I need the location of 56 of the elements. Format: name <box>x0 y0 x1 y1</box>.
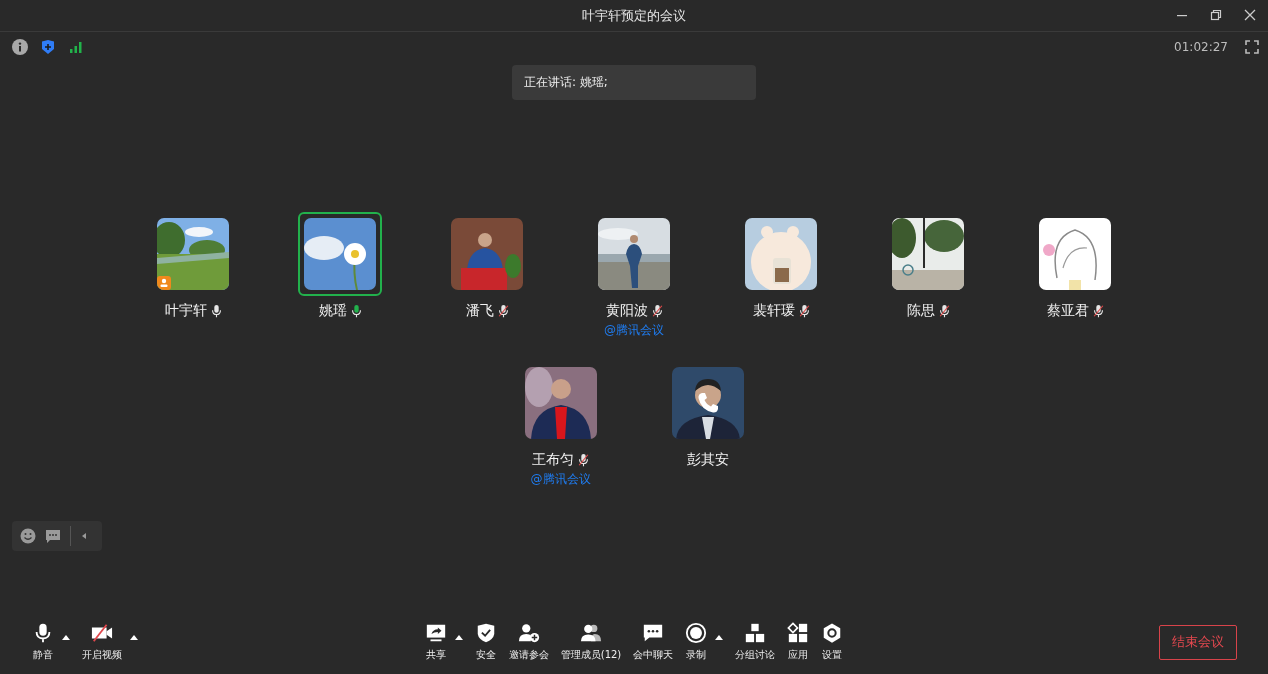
participant-name: 蔡亚君 <box>1046 302 1089 320</box>
restore-icon[interactable] <box>1210 9 1222 21</box>
participant-name: 陈思 <box>906 302 935 320</box>
fullscreen-icon[interactable] <box>1244 39 1260 55</box>
muted-mic-icon <box>578 453 589 467</box>
toolbar-button[interactable]: 设置 <box>815 622 850 662</box>
phone-icon <box>695 391 720 415</box>
shield-icon[interactable] <box>40 39 56 55</box>
toolbar-button[interactable]: 静音 <box>26 622 60 662</box>
apps-icon <box>787 622 810 644</box>
participant-tag: @腾讯会议 <box>604 322 664 339</box>
caret-icon[interactable] <box>715 634 724 640</box>
toolbar-button[interactable]: 会中聊天 <box>627 622 680 662</box>
end-meeting-button[interactable]: 结束会议 <box>1159 624 1237 660</box>
info-icon[interactable] <box>12 39 28 55</box>
toolbar-button[interactable]: 分组讨论 <box>729 622 782 662</box>
muted-mic-icon <box>798 304 810 318</box>
meeting-timer: 01:02:27 <box>1174 40 1228 54</box>
camera-off-icon <box>91 622 113 644</box>
muted-mic-icon <box>1092 304 1104 318</box>
toolbar-button[interactable]: 邀请参会 <box>502 622 555 662</box>
toolbar-button[interactable]: 共享 <box>418 622 453 662</box>
toolbar-button[interactable]: 应用 <box>781 622 816 662</box>
toolbar-button[interactable]: 录制 <box>679 622 714 662</box>
speaking-banner: 正在讲话: 姚瑶; <box>512 65 756 100</box>
participant-name: 彭其安 <box>686 451 729 469</box>
participant-name: 叶宇轩 <box>164 302 207 320</box>
blocks-icon <box>744 622 767 644</box>
chat-icon <box>642 622 665 644</box>
participant-name: 姚瑶 <box>318 302 347 320</box>
participant-name: 裴轩瑗 <box>752 302 795 320</box>
caret-icon[interactable] <box>454 634 463 640</box>
mic-icon <box>210 304 222 318</box>
participant-name: 王布匀 <box>532 451 574 469</box>
chat-icon[interactable] <box>45 528 61 544</box>
add-person-icon <box>517 622 540 644</box>
participant-name: 黄阳波 <box>605 302 648 320</box>
participant-tag: @腾讯会议 <box>530 471 591 488</box>
close-icon[interactable] <box>1244 9 1256 21</box>
people-icon <box>580 622 602 644</box>
share-screen-icon <box>424 622 447 644</box>
window-title: 叶宇轩预定的会议 <box>582 6 686 25</box>
caret-icon[interactable] <box>130 634 138 640</box>
muted-mic-icon <box>938 304 950 318</box>
muted-mic-icon <box>497 304 509 318</box>
emoji-icon[interactable] <box>20 528 36 544</box>
mic-icon <box>350 304 362 318</box>
signal-icon <box>68 39 84 55</box>
toolbar-button[interactable]: 安全 <box>468 622 503 662</box>
toolbar-button[interactable]: 开启视频 <box>76 622 128 662</box>
muted-mic-icon <box>651 304 663 318</box>
participant-name: 潘飞 <box>465 302 494 320</box>
collapse-icon[interactable] <box>80 532 88 540</box>
toolbar-button[interactable]: 管理成员(12) <box>554 622 628 662</box>
caret-icon[interactable] <box>62 634 70 640</box>
record-icon <box>685 622 708 644</box>
